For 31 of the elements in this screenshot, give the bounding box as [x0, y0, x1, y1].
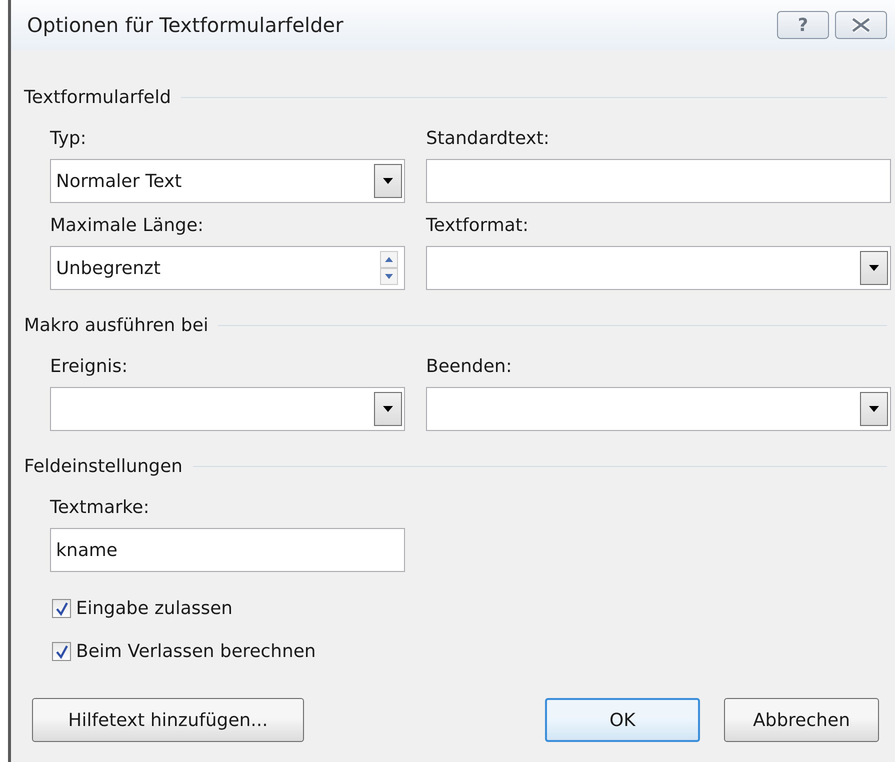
spin-arrows-icon	[380, 251, 398, 285]
dropdown[interactable]	[426, 387, 891, 431]
text-field[interactable]	[426, 159, 891, 203]
spinner-field[interactable]: Unbegrenzt	[50, 246, 405, 290]
check-icon	[54, 602, 68, 616]
field-label: Textformat:	[426, 215, 530, 236]
dialog-button[interactable]: Abbrechen	[724, 698, 879, 742]
checkbox[interactable]	[52, 642, 71, 661]
field-label: Maximale Länge:	[50, 215, 205, 236]
checkbox-label: Beim Verlassen berechnen	[76, 641, 316, 662]
dropdown[interactable]	[426, 246, 891, 290]
group-title: Textformularfeld	[24, 86, 172, 108]
group-title: Makro ausführen bei	[24, 314, 208, 336]
text-field[interactable]: kname	[50, 528, 405, 572]
checkbox[interactable]	[52, 599, 71, 618]
check-icon	[54, 644, 68, 658]
dropdown[interactable]	[50, 387, 405, 431]
field-label: Beenden:	[426, 356, 513, 377]
field-label: Textmarke:	[50, 497, 150, 518]
window-title: Optionen für Textformularfelder	[27, 13, 344, 37]
dialog-button[interactable]: OK	[545, 698, 700, 742]
close-icon	[850, 17, 872, 33]
help-button[interactable]: ?	[777, 11, 829, 39]
close-button[interactable]	[835, 11, 887, 39]
field-label: Standardtext:	[426, 128, 550, 149]
field-label: Ereignis:	[50, 356, 129, 377]
field-label: Typ:	[50, 128, 88, 149]
checkbox-label: Eingabe zulassen	[76, 598, 233, 619]
dropdown[interactable]: Normaler Text	[50, 159, 405, 203]
add-help-text-button[interactable]: Hilfetext hinzufügen...	[32, 698, 304, 742]
group-title: Feldeinstellungen	[24, 456, 183, 476]
